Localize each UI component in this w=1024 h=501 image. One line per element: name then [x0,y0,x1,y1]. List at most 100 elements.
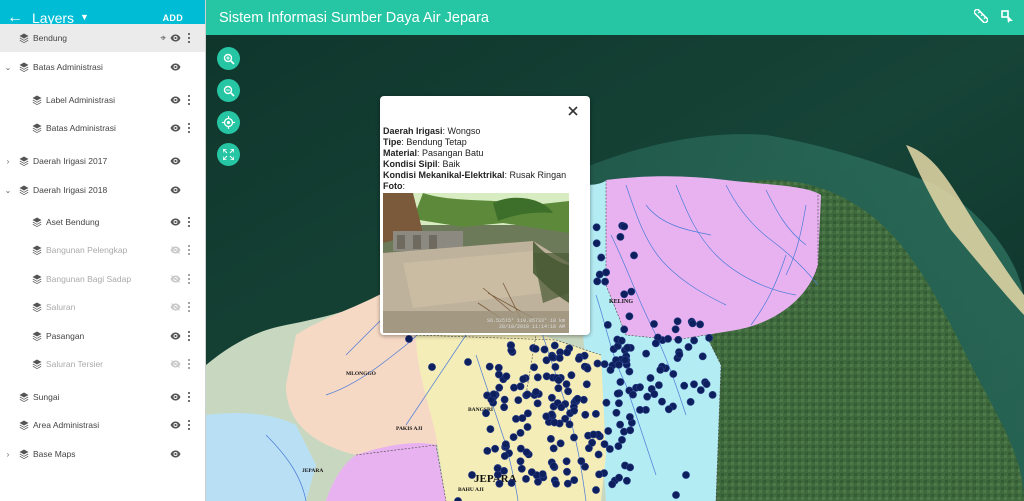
bendung-point[interactable] [614,399,623,408]
bendung-point[interactable] [549,461,558,470]
bendung-point[interactable] [642,349,650,358]
eye-icon[interactable] [170,450,181,458]
eye-icon[interactable] [170,421,181,429]
bendung-point[interactable] [556,439,565,448]
bendung-point[interactable] [507,341,515,350]
bendung-point[interactable] [617,336,626,345]
bendung-point[interactable] [491,444,499,453]
bendung-point[interactable] [567,371,576,380]
bendung-point[interactable] [486,425,495,433]
chevron-right-icon[interactable]: › [4,157,12,166]
bendung-point[interactable] [646,374,655,382]
bendung-point[interactable] [542,412,551,421]
draw-tool-icon[interactable] [1000,9,1014,23]
bendung-point[interactable] [625,413,634,421]
bendung-point[interactable] [557,403,566,412]
chevron-right-icon[interactable]: › [4,450,12,459]
more-vertical-icon[interactable] [188,420,191,430]
bendung-point[interactable] [533,373,542,382]
bendung-point[interactable] [616,378,625,386]
bendung-point[interactable] [614,442,623,450]
bendung-point[interactable] [684,343,693,351]
bendung-point[interactable] [588,438,596,447]
bendung-point[interactable] [510,383,518,392]
bendung-point[interactable] [696,320,704,329]
bendung-point[interactable] [570,476,579,484]
bendung-point[interactable] [532,388,540,396]
bendung-point[interactable] [562,380,571,388]
bendung-point[interactable] [664,405,673,414]
bendung-point[interactable] [550,418,559,427]
eye-icon[interactable] [170,63,181,71]
bendung-point[interactable] [494,363,503,372]
bendung-point[interactable] [495,479,504,488]
bendung-point[interactable] [592,239,601,248]
bendung-point[interactable] [534,477,542,486]
bendung-point[interactable] [629,390,637,399]
eye-icon[interactable] [170,186,181,194]
bendung-point[interactable] [606,366,615,374]
bendung-point[interactable] [636,383,644,392]
bendung-point[interactable] [516,457,525,466]
bendung-point[interactable] [512,414,520,423]
more-vertical-icon[interactable] [188,217,191,227]
bendung-point[interactable] [549,444,558,453]
bendung-point[interactable] [482,409,490,418]
bendung-point[interactable] [554,376,563,384]
bendung-point[interactable] [615,473,623,482]
bendung-point[interactable] [671,325,680,334]
bendung-point[interactable] [531,344,540,353]
bendung-point[interactable] [686,397,695,406]
bendung-point[interactable] [626,426,635,435]
close-icon[interactable] [566,104,580,118]
locate-button[interactable] [217,111,240,134]
bendung-point[interactable] [546,434,555,443]
chevron-down-icon[interactable]: ⌄ [4,63,12,72]
eye-icon[interactable] [170,332,181,340]
bendung-point[interactable] [554,384,563,393]
layer-row[interactable]: ⌄ Batas Administrasi [0,53,205,81]
bendung-point[interactable] [483,446,492,455]
layer-row[interactable]: Saluran [0,293,205,321]
bendung-point[interactable] [550,341,559,350]
bendung-point[interactable] [552,479,560,488]
bendung-point[interactable] [616,232,625,241]
bendung-point[interactable] [682,471,690,479]
eye-off-icon[interactable] [170,275,181,283]
bendung-point[interactable] [627,287,636,296]
bendung-point[interactable] [538,470,547,478]
bendung-point[interactable] [608,480,617,489]
bendung-point[interactable] [672,491,680,499]
more-vertical-icon[interactable] [188,274,191,284]
layer-row[interactable]: Bendung ⌖ [0,24,205,52]
more-vertical-icon[interactable] [188,392,191,402]
map-view[interactable]: KELING MLONGGO BANGSRI PAKIS AJI JEPARA … [206,35,1024,501]
bendung-point[interactable] [702,380,711,388]
bendung-point[interactable] [601,277,609,286]
bendung-point[interactable] [669,370,678,378]
zoom-to-layer-icon[interactable]: ⌖ [160,33,166,44]
bendung-point[interactable] [708,390,717,399]
bendung-point[interactable] [620,290,629,299]
bendung-point[interactable] [603,320,612,329]
caret-down-icon[interactable]: ▼ [80,12,89,22]
bendung-point[interactable] [664,334,672,343]
bendung-point[interactable] [495,383,504,392]
bendung-point[interactable] [626,463,634,472]
layer-row[interactable]: ⌄ Daerah Irigasi 2018 [0,176,205,204]
bendung-point[interactable] [500,466,508,475]
bendung-point[interactable] [523,423,532,431]
bendung-point[interactable] [621,355,630,364]
bendung-point[interactable] [597,253,606,262]
bendung-point[interactable] [592,486,600,494]
bendung-point[interactable] [563,479,572,488]
bendung-point[interactable] [690,380,698,389]
bendung-point[interactable] [502,372,511,381]
bendung-point[interactable] [623,343,632,352]
bendung-point[interactable] [464,358,472,366]
bendung-point[interactable] [594,450,603,459]
bendung-point[interactable] [622,476,631,485]
bendung-point[interactable] [514,396,523,404]
bendung-point[interactable] [593,359,602,368]
bendung-point[interactable] [625,312,634,321]
